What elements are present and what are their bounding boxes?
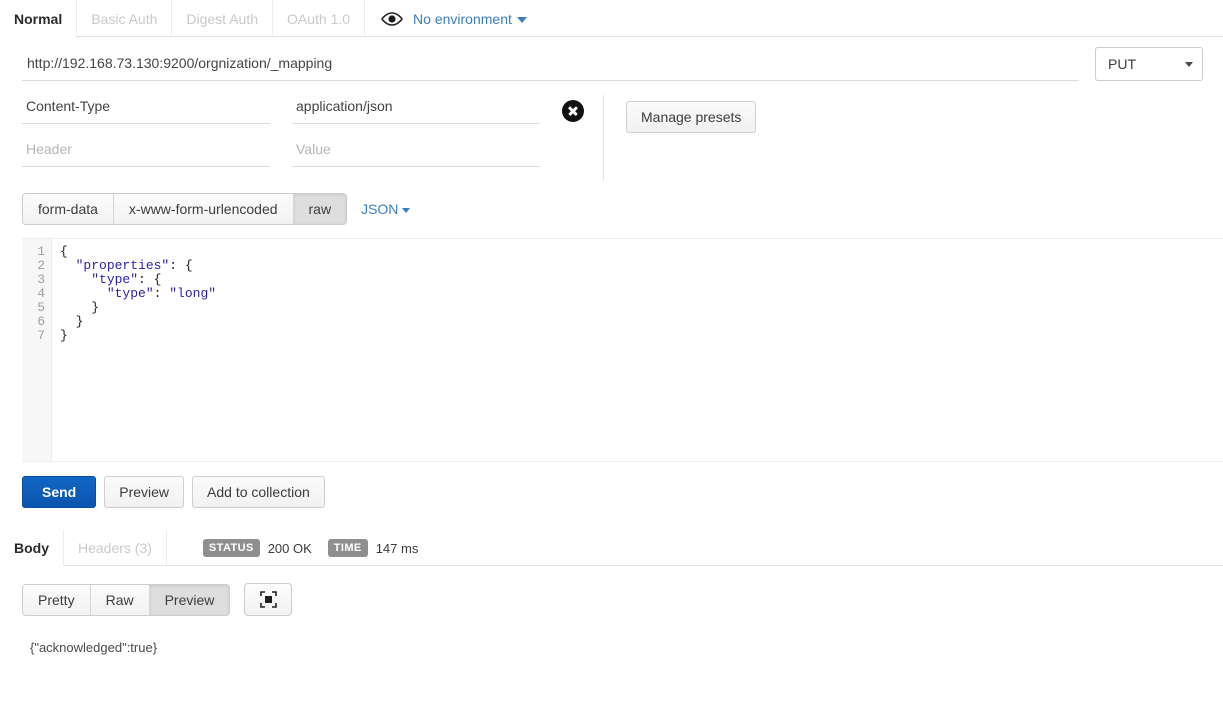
chevron-down-icon [516,16,527,23]
url-field-wrapper [22,51,1079,81]
editor-code-line: { [60,245,1223,259]
status-badge: STATUS [202,539,260,557]
editor-code-line: "type": "long" [60,287,1223,301]
tab-response-headers-label: Headers (3) [78,540,152,556]
code-token-punct: } [60,328,68,343]
header-row [22,95,603,124]
body-type-urlencoded-label: x-www-form-urlencoded [128,201,278,217]
delete-header-button[interactable] [562,100,584,122]
tab-digest-auth[interactable]: Digest Auth [172,0,273,37]
editor-code-line: } [60,301,1223,315]
header-value-input[interactable] [292,138,540,167]
header-key-input[interactable] [22,138,270,167]
response-view-toolbar: Pretty Raw Preview [0,566,1223,616]
tab-oauth-1-label: OAuth 1.0 [287,10,351,27]
code-token-punct: } [91,300,100,315]
response-tab-bar: Body Headers (3) STATUS 200 OK TIME 147 … [0,530,1223,566]
editor-line-numbers: 1 2 3 4 5 6 7 [22,239,52,461]
header-row [22,138,603,167]
response-meta: STATUS 200 OK TIME 147 ms [167,530,426,566]
body-type-raw-label: raw [308,201,332,217]
tab-response-body[interactable]: Body [0,530,64,566]
response-body-content: {"acknowledged":true} [30,640,158,655]
code-token-str: "long" [169,286,217,301]
body-type-form-data[interactable]: form-data [23,194,114,224]
auth-tab-bar: Normal Basic Auth Digest Auth OAuth 1.0 … [0,0,1223,37]
tab-basic-auth[interactable]: Basic Auth [77,0,173,37]
environment-selector[interactable]: No environment [413,11,527,27]
request-url-row: PUT [0,37,1223,81]
body-type-form-data-label: form-data [38,201,98,217]
response-view-pretty[interactable]: Pretty [23,584,91,615]
fullscreen-icon [260,591,277,608]
body-type-segmented-control: form-data x-www-form-urlencoded raw [22,193,348,225]
header-key-input[interactable] [22,95,270,124]
environment-zone: No environment [365,0,539,37]
request-body-editor[interactable]: 1 2 3 4 5 6 7 { "properties": { "type": … [22,238,1223,462]
request-actions: Send Preview Add to collection [0,462,1223,508]
body-format-selector[interactable]: JSON [361,201,411,217]
editor-code-line: "type": { [60,273,1223,287]
body-type-toolbar: form-data x-www-form-urlencoded raw JSON [0,181,1223,238]
editor-code-line: } [60,329,1223,343]
time-value: 147 ms [375,540,419,556]
code-token-punct: : { [138,272,162,287]
status-value: 200 OK [267,540,312,556]
response-view-preview[interactable]: Preview [149,584,230,615]
headers-grid [0,95,604,181]
chevron-down-icon [402,207,411,213]
response-view-raw-label: Raw [105,591,134,608]
code-token-key: "type" [106,286,154,301]
code-token-punct: } [75,314,84,329]
http-method-value: PUT [1108,56,1136,72]
code-token-punct: : [153,286,170,301]
response-view-pretty-label: Pretty [38,591,75,608]
editor-code-line: "properties": { [60,259,1223,273]
code-token-punct: : { [169,258,193,273]
chevron-down-icon [1185,61,1193,67]
body-type-raw[interactable]: raw [293,194,347,224]
editor-code-area[interactable]: { "properties": { "type": { "type": "lon… [52,239,1223,461]
preview-request-button[interactable]: Preview [104,476,185,508]
tab-response-headers[interactable]: Headers (3) [64,530,167,566]
add-to-collection-button[interactable]: Add to collection [192,476,325,508]
tab-response-body-label: Body [14,540,49,556]
time-badge: TIME [327,539,368,557]
delete-header-spacer [562,145,584,167]
tab-basic-auth-label: Basic Auth [91,10,158,27]
tab-oauth-1[interactable]: OAuth 1.0 [273,0,366,37]
tab-normal[interactable]: Normal [0,0,78,37]
code-token-punct: { [60,244,68,259]
tab-digest-auth-label: Digest Auth [186,10,258,27]
request-url-input[interactable] [22,51,1079,81]
headers-actions: Manage presets [604,95,757,181]
body-type-urlencoded[interactable]: x-www-form-urlencoded [113,194,294,224]
fullscreen-button[interactable] [244,583,293,616]
headers-section: Manage presets [0,81,1223,181]
response-view-raw[interactable]: Raw [90,584,150,615]
manage-presets-button[interactable]: Manage presets [626,101,757,133]
editor-code-line: } [60,315,1223,329]
response-view-preview-label: Preview [164,591,215,608]
environment-label: No environment [413,10,512,27]
code-token-key: "type" [91,272,139,287]
code-token-key: "properties" [75,258,170,273]
tab-normal-label: Normal [14,10,63,27]
response-view-segmented-control: Pretty Raw Preview [22,583,231,616]
http-method-select[interactable]: PUT [1095,47,1203,81]
eye-icon[interactable] [381,11,403,26]
body-format-label: JSON [361,201,399,217]
send-button[interactable]: Send [22,476,97,508]
header-value-input[interactable] [292,95,540,124]
